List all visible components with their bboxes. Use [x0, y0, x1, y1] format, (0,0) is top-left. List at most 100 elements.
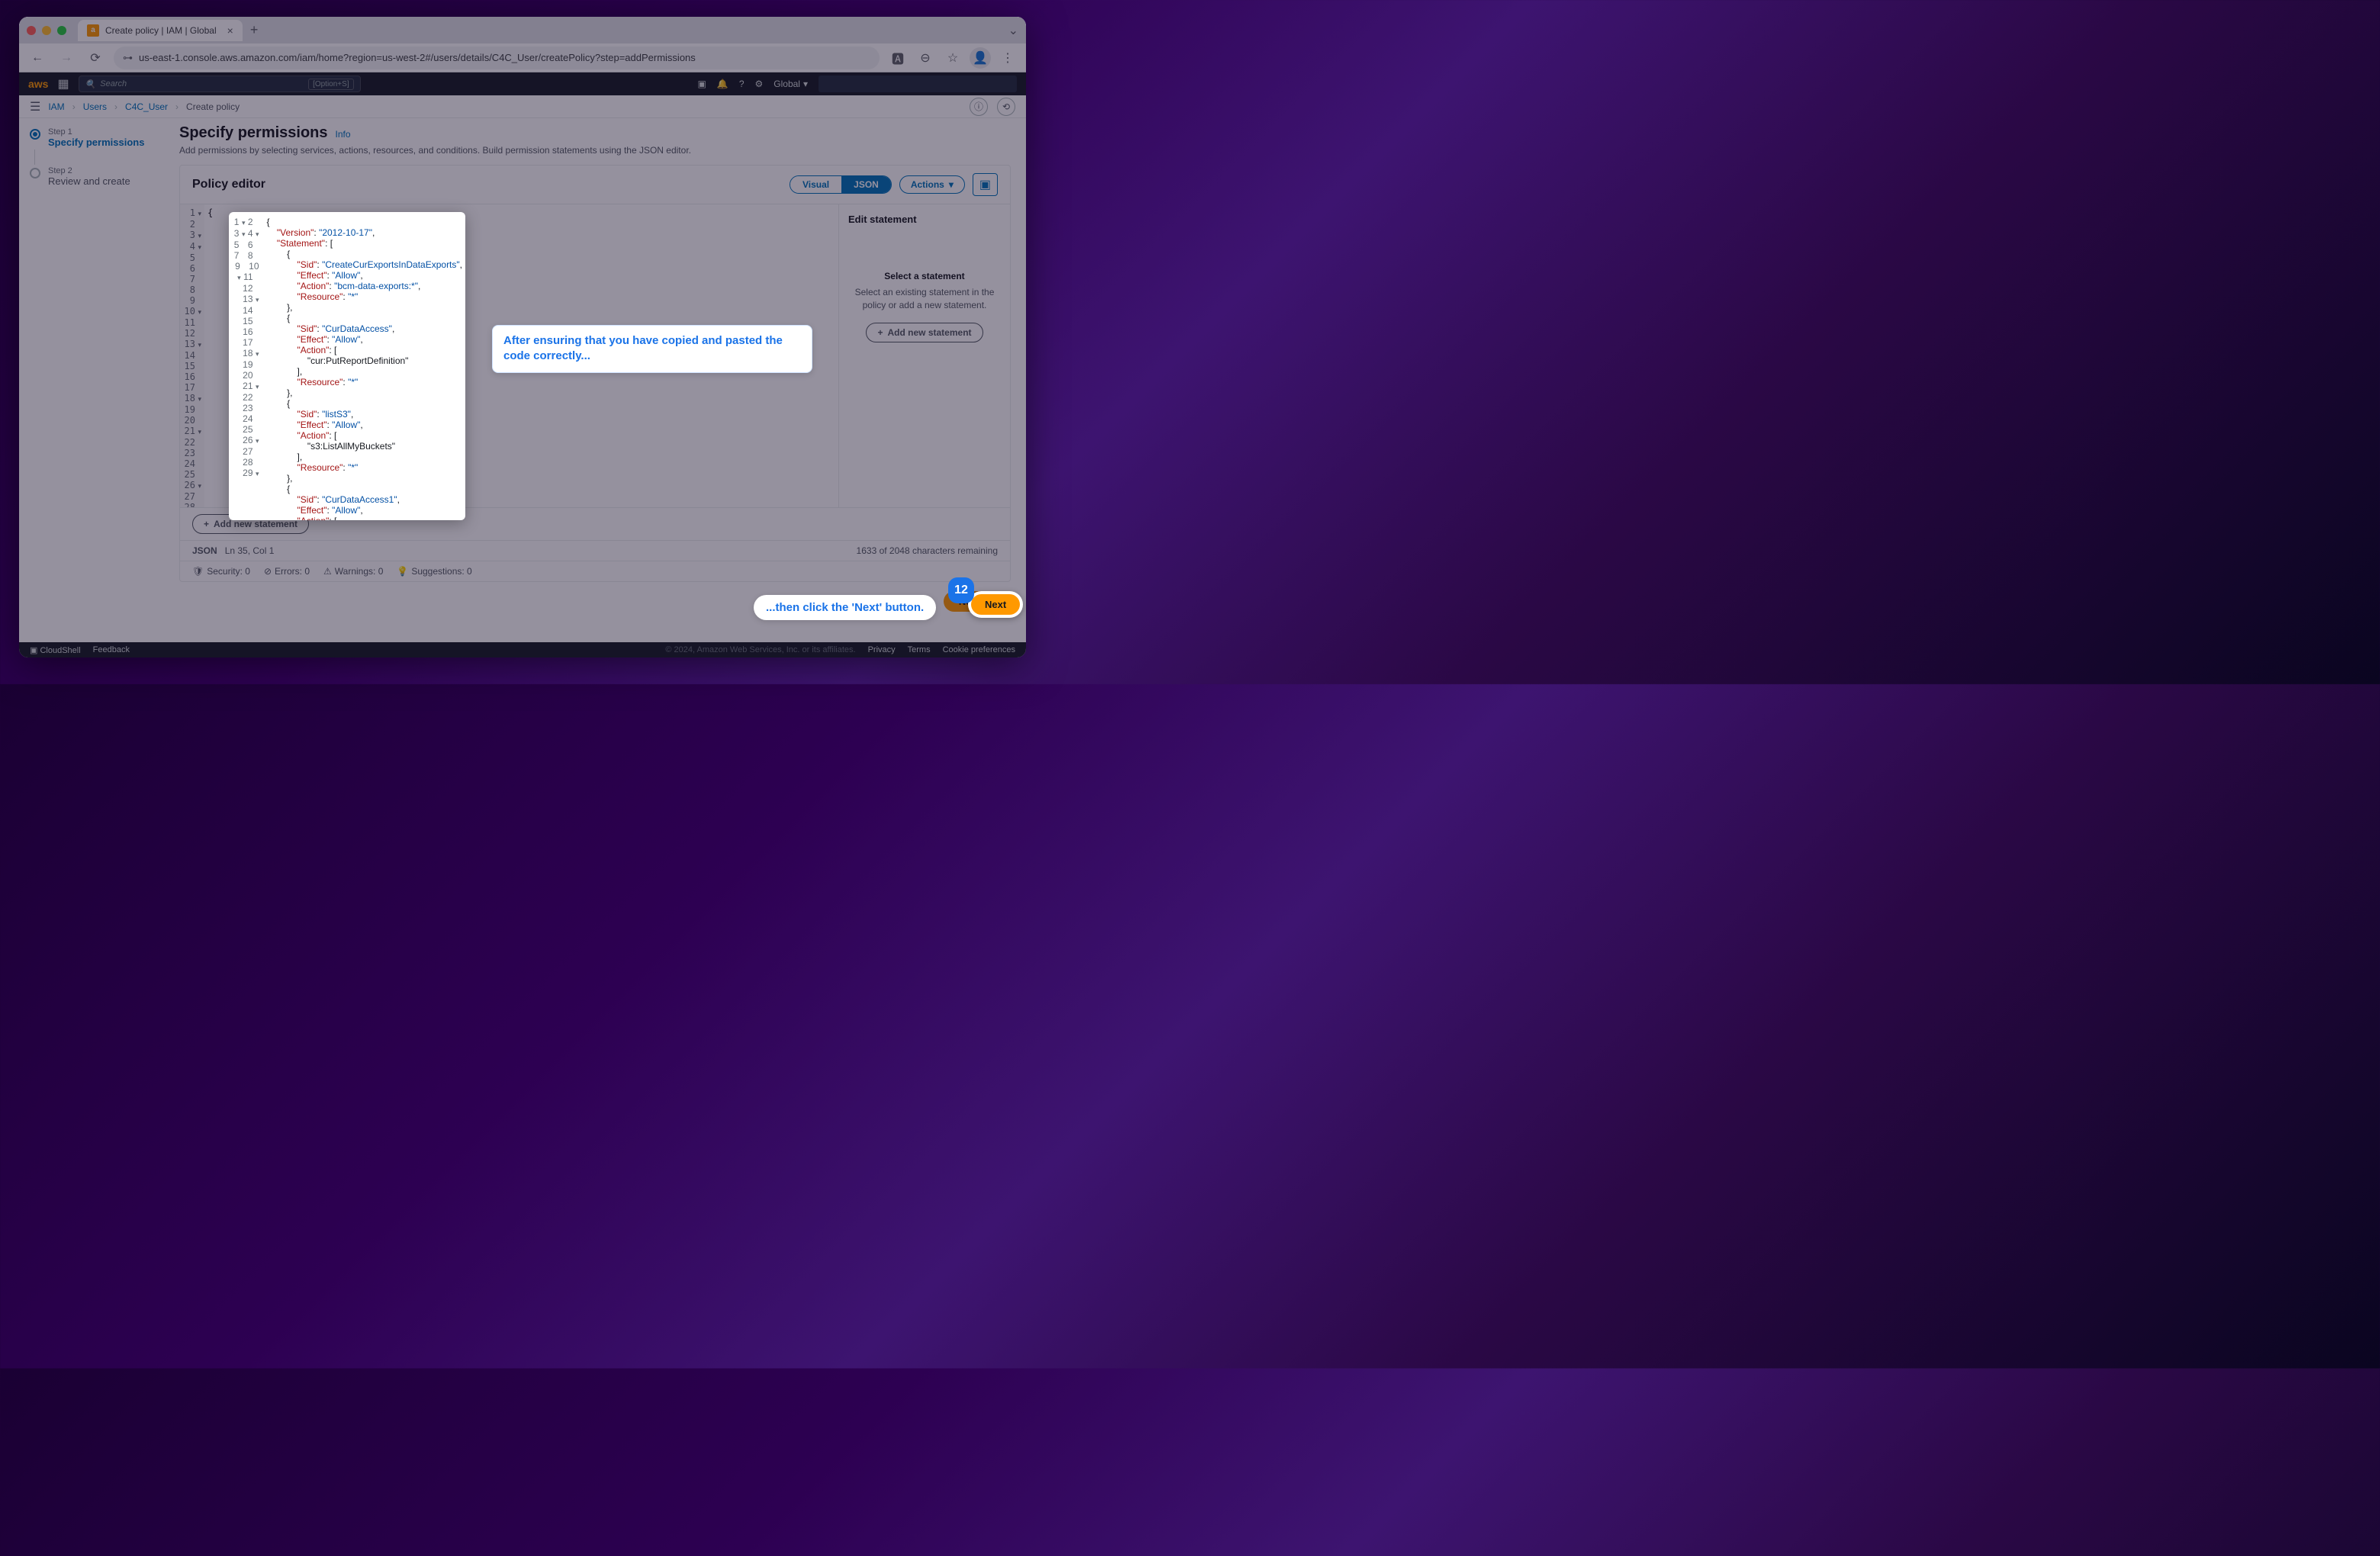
- tutorial-callout-1: After ensuring that you have copied and …: [492, 325, 812, 373]
- wizard-sidebar: Step 1 Specify permissions Step 2 Review…: [19, 118, 179, 642]
- chrome-menu-icon[interactable]: ⋮: [997, 47, 1018, 69]
- window-maximize[interactable]: [57, 26, 66, 35]
- lint-warnings: Warnings: 0: [335, 566, 384, 577]
- new-tab-button[interactable]: +: [250, 22, 259, 38]
- highlight-next-button: Next: [968, 591, 1023, 618]
- aws-header: aws ▦ 🔍 Search [Option+S] ▣ 🔔 ? ⚙ Global…: [19, 72, 1026, 95]
- breadcrumb-current: Create policy: [186, 101, 240, 112]
- add-statement-button[interactable]: + Add new statement: [866, 323, 983, 342]
- region-selector[interactable]: Global ▾: [774, 79, 808, 89]
- window-minimize[interactable]: [42, 26, 51, 35]
- nav-reload-icon[interactable]: ⟳: [85, 47, 106, 69]
- tutorial-callout-2: ...then click the 'Next' button.: [754, 595, 936, 620]
- footer-cloudshell[interactable]: ▣ CloudShell: [30, 645, 81, 655]
- wizard-step-2[interactable]: Step 2 Review and create: [19, 165, 179, 188]
- empty-state-text: Select an existing statement in the poli…: [848, 286, 1001, 312]
- search-shortcut: [Option+S]: [308, 79, 354, 90]
- step-num: Step 2: [48, 166, 130, 175]
- window-close[interactable]: [27, 26, 36, 35]
- lint-security: Security: 0: [207, 566, 250, 577]
- lint-suggestions: Suggestions: 0: [411, 566, 471, 577]
- chevron-down-icon: ▾: [949, 179, 954, 190]
- browser-tab[interactable]: a Create policy | IAM | Global ×: [78, 20, 243, 41]
- chevron-right-icon: ›: [72, 101, 76, 112]
- help-icon[interactable]: ?: [739, 79, 745, 89]
- breadcrumb-users[interactable]: Users: [83, 101, 107, 112]
- profile-icon[interactable]: 👤: [970, 47, 991, 69]
- tab-favicon: a: [87, 24, 99, 37]
- sidebar-toggle-icon[interactable]: ☰: [30, 99, 40, 114]
- url-text: us-east-1.console.aws.amazon.com/iam/hom…: [139, 52, 696, 63]
- line-gutter: 1▾ 2 3▾ 4▾ 5 6 7 8 9 10▾ 11 12 13▾ 14 15…: [180, 204, 204, 507]
- plus-icon: +: [877, 327, 883, 338]
- footer-privacy[interactable]: Privacy: [868, 645, 896, 654]
- info-link[interactable]: Info: [336, 129, 351, 140]
- footer-copyright: © 2024, Amazon Web Services, Inc. or its…: [665, 645, 855, 654]
- tabs-dropdown-icon[interactable]: ⌄: [1008, 23, 1018, 38]
- translate-icon[interactable]: 🅰: [887, 47, 909, 69]
- fullscreen-icon[interactable]: ▣: [973, 173, 998, 196]
- breadcrumb-user[interactable]: C4C_User: [125, 101, 168, 112]
- cloudshell-icon: ▣: [30, 646, 40, 655]
- chevron-right-icon: ›: [114, 101, 117, 112]
- breadcrumb-bar: ☰ IAM › Users › C4C_User › Create policy…: [19, 95, 1026, 118]
- lightbulb-icon: 💡: [397, 566, 408, 577]
- aws-search-input[interactable]: 🔍 Search [Option+S]: [79, 76, 361, 92]
- panel-title: Policy editor: [192, 178, 265, 191]
- page-subtitle: Add permissions by selecting services, a…: [179, 145, 1011, 156]
- refresh-icon[interactable]: ⟲: [997, 98, 1015, 116]
- breadcrumb-iam[interactable]: IAM: [48, 101, 64, 112]
- editor-mode-toggle: Visual JSON: [790, 175, 892, 194]
- search-placeholder: Search: [100, 79, 127, 88]
- account-menu[interactable]: [819, 76, 1017, 92]
- address-bar[interactable]: ⊶ us-east-1.console.aws.amazon.com/iam/h…: [114, 47, 880, 69]
- plus-icon: +: [204, 519, 209, 529]
- footer-feedback[interactable]: Feedback: [93, 645, 130, 655]
- step-radio-inactive: [30, 168, 40, 178]
- main-area: Step 1 Specify permissions Step 2 Review…: [19, 118, 1026, 642]
- nav-back-icon[interactable]: ←: [27, 47, 48, 69]
- step-label: Specify permissions: [48, 137, 144, 148]
- nav-forward-icon[interactable]: →: [56, 47, 77, 69]
- site-settings-icon[interactable]: ⊶: [123, 52, 133, 64]
- tutorial-step-badge: 12: [948, 577, 974, 603]
- services-grid-icon[interactable]: ▦: [57, 76, 69, 92]
- bookmark-icon[interactable]: ☆: [942, 47, 963, 69]
- status-mode: JSON: [192, 545, 217, 556]
- settings-icon[interactable]: ⚙: [755, 79, 764, 89]
- traffic-lights: [27, 26, 66, 35]
- edit-statement-panel: Edit statement Select a statement Select…: [838, 204, 1010, 507]
- panel-heading: Edit statement: [848, 214, 1001, 225]
- zoom-icon[interactable]: ⊖: [915, 47, 936, 69]
- cloudshell-icon[interactable]: ▣: [698, 79, 706, 89]
- footer-cookies[interactable]: Cookie preferences: [943, 645, 1015, 654]
- lint-bar: 🛡Security: 0 ⊘Errors: 0 ⚠Warnings: 0 💡Su…: [180, 561, 1010, 581]
- page-title: Specify permissions: [179, 124, 328, 142]
- warning-icon: ⚠: [323, 566, 332, 577]
- editor-status-bar: JSON Ln 35, Col 1 1633 of 2048 character…: [180, 540, 1010, 561]
- empty-state-title: Select a statement: [848, 271, 1001, 281]
- wizard-step-1[interactable]: Step 1 Specify permissions: [19, 126, 179, 149]
- next-button-highlight[interactable]: Next: [971, 594, 1020, 615]
- aws-logo[interactable]: aws: [28, 78, 48, 90]
- chevron-right-icon: ›: [175, 101, 178, 112]
- step-connector: [34, 149, 35, 165]
- lint-errors: Errors: 0: [275, 566, 310, 577]
- step-label: Review and create: [48, 175, 130, 187]
- actions-dropdown[interactable]: Actions ▾: [899, 175, 965, 194]
- aws-footer: ▣ CloudShell Feedback © 2024, Amazon Web…: [19, 642, 1026, 657]
- toggle-json[interactable]: JSON: [841, 176, 891, 193]
- highlight-code-region: 1▾ 2 3▾ 4▾ 5 6 7 8 9 10▾ 11 12 13▾ 14 15…: [229, 212, 465, 520]
- browser-tab-strip: a Create policy | IAM | Global × + ⌄: [19, 17, 1026, 43]
- toggle-visual[interactable]: Visual: [790, 176, 841, 193]
- error-icon: ⊘: [264, 566, 272, 577]
- footer-terms[interactable]: Terms: [908, 645, 931, 654]
- status-cursor: Ln 35, Col 1: [225, 545, 275, 556]
- info-icon[interactable]: ⓘ: [970, 98, 988, 116]
- tab-title: Create policy | IAM | Global: [105, 25, 217, 36]
- step-num: Step 1: [48, 127, 144, 137]
- notifications-icon[interactable]: 🔔: [717, 79, 728, 89]
- tab-close-icon[interactable]: ×: [227, 24, 233, 37]
- status-chars: 1633 of 2048 characters remaining: [857, 545, 998, 556]
- step-radio-active: [30, 129, 40, 140]
